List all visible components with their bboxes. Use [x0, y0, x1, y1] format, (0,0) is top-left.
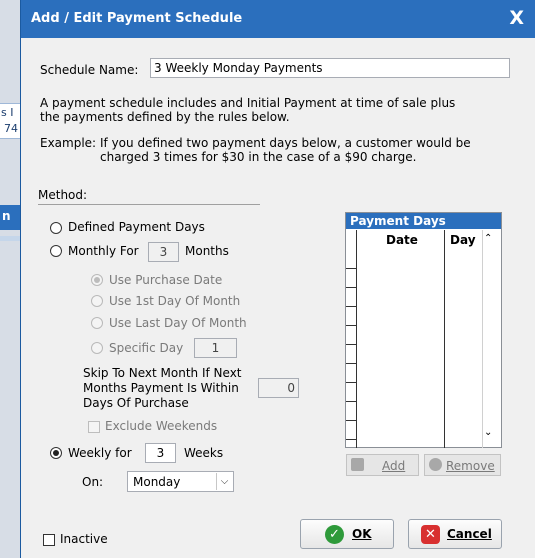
dialog-title: Add / Edit Payment Schedule	[31, 11, 243, 26]
defined-days-label: Defined Payment Days	[68, 220, 205, 234]
cancel-icon: ✕	[421, 525, 440, 544]
use-first-day-radio[interactable]	[91, 295, 103, 307]
method-divider	[38, 204, 260, 205]
payment-days-title-bar: Payment Days	[346, 213, 501, 229]
example-line-2: charged 3 times for $30 in the case of a…	[100, 150, 417, 164]
background-fragment-1: s I	[1, 106, 14, 119]
row-header-divider	[356, 230, 357, 448]
column-divider	[444, 230, 445, 448]
row-marker	[346, 290, 356, 307]
on-label: On:	[82, 475, 104, 489]
payment-days-grid[interactable]: Payment Days Date Day ⌃ ⌄	[345, 212, 502, 448]
add-day-button[interactable]: Add	[346, 454, 419, 476]
use-last-day-radio[interactable]	[91, 317, 103, 329]
skip-line-1: Skip To Next Month If Next	[83, 366, 242, 380]
skip-days-input[interactable]	[258, 378, 299, 398]
skip-line-2: Months Payment Is Within	[83, 381, 239, 395]
inactive-label: Inactive	[60, 532, 108, 546]
inactive-checkbox[interactable]	[43, 534, 55, 546]
description-line-1: A payment schedule includes and Initial …	[40, 96, 456, 110]
row-marker	[346, 271, 356, 288]
remove-label: Remove	[446, 459, 495, 473]
date-column-header[interactable]: Date	[386, 233, 418, 251]
row-marker	[346, 423, 356, 440]
specific-day-radio[interactable]	[91, 342, 103, 354]
remove-icon	[429, 458, 442, 471]
background-fragment-3: n	[2, 209, 11, 223]
title-bar: Add / Edit Payment Schedule X	[21, 0, 535, 38]
defined-days-radio[interactable]	[50, 222, 62, 234]
weekly-count-input[interactable]	[145, 443, 176, 463]
check-icon: ✓	[325, 525, 344, 544]
description-line-2: the payments defined by the rules below.	[40, 110, 290, 124]
row-marker	[346, 404, 356, 421]
add-label: Add	[382, 459, 406, 473]
remove-day-button[interactable]: Remove	[424, 454, 501, 476]
scroll-down-icon[interactable]: ⌄	[484, 427, 492, 438]
chevron-down-icon: ⌵	[216, 473, 232, 490]
row-marker	[346, 366, 356, 383]
background-stripe	[0, 236, 22, 241]
monthly-count-input[interactable]	[148, 242, 179, 262]
scrollbar-divider	[482, 230, 483, 448]
monthly-radio[interactable]	[50, 245, 62, 257]
close-icon[interactable]: X	[509, 7, 524, 29]
schedule-name-input[interactable]	[150, 58, 510, 78]
example-label: Example:	[40, 136, 97, 150]
row-marker	[346, 309, 356, 326]
background-fragment-2: 74	[4, 122, 18, 135]
on-day-value: Monday	[133, 475, 181, 489]
row-marker	[346, 328, 356, 345]
payment-schedule-dialog: Add / Edit Payment Schedule X Schedule N…	[20, 0, 535, 558]
cancel-button[interactable]: ✕ Cancel	[408, 519, 502, 549]
weekly-radio[interactable]	[50, 447, 62, 459]
use-purchase-date-label: Use Purchase Date	[109, 273, 223, 287]
on-day-select[interactable]: Monday ⌵	[127, 471, 234, 492]
use-first-day-label: Use 1st Day Of Month	[109, 294, 241, 308]
add-icon	[351, 458, 364, 471]
exclude-weekends-checkbox[interactable]	[88, 421, 100, 433]
row-marker	[346, 385, 356, 402]
row-marker	[346, 347, 356, 364]
day-column-header[interactable]: Day	[450, 233, 476, 251]
use-last-day-label: Use Last Day Of Month	[109, 316, 247, 330]
use-purchase-date-radio[interactable]	[91, 274, 103, 286]
method-heading: Method:	[38, 188, 88, 202]
weeks-suffix: Weeks	[184, 446, 224, 460]
example-line-1: If you defined two payment days below, a…	[100, 136, 471, 150]
scroll-up-icon[interactable]: ⌃	[484, 233, 492, 244]
row-marker	[346, 252, 356, 269]
monthly-label: Monthly For	[68, 244, 139, 258]
ok-button[interactable]: ✓ OK	[300, 519, 394, 549]
schedule-name-label: Schedule Name:	[40, 63, 139, 77]
payment-days-title: Payment Days	[350, 214, 446, 228]
skip-line-3: Days Of Purchase	[83, 396, 189, 410]
ok-label: OK	[352, 527, 372, 541]
specific-day-input[interactable]	[194, 338, 237, 358]
cancel-label: Cancel	[447, 527, 492, 541]
exclude-weekends-label: Exclude Weekends	[105, 419, 218, 433]
months-suffix: Months	[185, 244, 229, 258]
specific-day-label: Specific Day	[109, 341, 184, 355]
weekly-label: Weekly for	[68, 446, 132, 460]
